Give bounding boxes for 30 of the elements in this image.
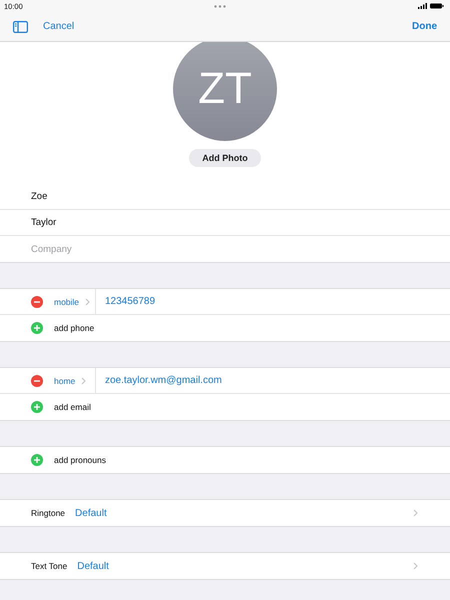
remove-icon[interactable] bbox=[31, 296, 43, 308]
add-icon[interactable] bbox=[31, 401, 43, 413]
setting-value[interactable]: Default bbox=[77, 560, 109, 572]
setting-label: Text Tone bbox=[31, 561, 68, 571]
status-icons bbox=[418, 3, 444, 9]
add-row-label[interactable]: add email bbox=[54, 402, 91, 412]
chevron-icon bbox=[81, 376, 86, 384]
chevron-right-icon bbox=[413, 562, 418, 570]
done-button[interactable]: Done bbox=[412, 21, 437, 32]
avatar: ZT bbox=[173, 42, 277, 141]
chevron-icon bbox=[85, 298, 90, 306]
sidebar-icon[interactable] bbox=[13, 20, 28, 32]
setting-value[interactable]: Default bbox=[75, 508, 107, 518]
more-dots-icon bbox=[214, 4, 226, 8]
name-field[interactable]: Zoe bbox=[31, 191, 450, 202]
add-icon[interactable] bbox=[31, 454, 43, 466]
label-type-button[interactable]: home bbox=[54, 368, 96, 394]
add-row-label[interactable]: add pronouns bbox=[54, 455, 106, 465]
setting-label: Ringtone bbox=[31, 508, 66, 518]
cancel-button[interactable]: Cancel bbox=[43, 21, 74, 32]
name-field[interactable]: Company bbox=[31, 244, 450, 254]
add-photo-button[interactable]: Add Photo bbox=[189, 149, 261, 167]
field-value[interactable]: zoe.taylor.wm@gmail.com bbox=[105, 375, 222, 386]
add-row-label[interactable]: add phone bbox=[54, 323, 94, 333]
name-field[interactable]: Taylor bbox=[31, 217, 450, 228]
add-icon[interactable] bbox=[31, 322, 43, 334]
field-value[interactable]: 123456789 bbox=[105, 296, 156, 307]
chevron-right-icon bbox=[413, 509, 418, 517]
label-type-button[interactable]: mobile bbox=[54, 288, 96, 314]
remove-icon[interactable] bbox=[31, 374, 43, 386]
